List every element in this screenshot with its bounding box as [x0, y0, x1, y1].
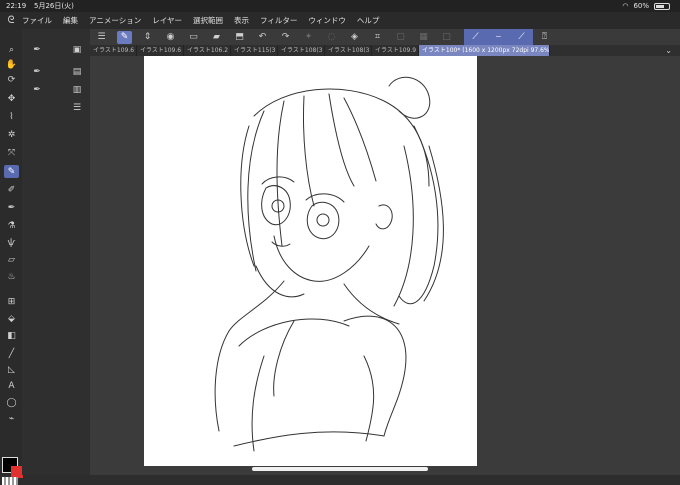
speech-bubble-icon[interactable]: ◯ [4, 396, 19, 409]
sub-pen-3-icon[interactable]: ✒ [30, 83, 44, 96]
app-logo-icon[interactable]: ᘓ [0, 12, 22, 29]
menu-animation[interactable]: アニメーション [89, 12, 141, 29]
sub-pen-1-icon[interactable]: ✒ [30, 43, 44, 56]
menu-bar: ᘓ ファイル 編集 アニメーション レイヤー 選択範囲 表示 フィルター ウィン… [0, 12, 680, 29]
select-all-icon[interactable]: ◌ [324, 31, 339, 44]
lasso-select-icon[interactable]: ⌇ [4, 110, 19, 123]
frame-icon[interactable]: ⊞ [4, 295, 19, 308]
sub-panel-icon-1[interactable]: ▣ [70, 43, 84, 56]
blend-icon[interactable]: ♨ [4, 270, 19, 283]
updown-arrow-icon[interactable]: ⇕ [140, 31, 155, 44]
gradient-icon[interactable]: ◧ [4, 329, 19, 342]
pen-tool-icon[interactable]: ✎ [4, 165, 19, 178]
line-icon[interactable]: ╱ [4, 347, 19, 360]
sub-panel-icon-2[interactable]: ▤ [70, 65, 84, 78]
deselect-icon[interactable]: □ [439, 31, 454, 44]
correction-icon[interactable]: ⌁ [4, 412, 19, 425]
status-time: 22:19 [6, 2, 27, 10]
undo-icon[interactable]: ↶ [255, 31, 270, 44]
chevron-down-icon[interactable]: ⌄ [665, 45, 672, 56]
stabilizer-1-icon[interactable]: ⟋ [468, 31, 483, 44]
tab-3[interactable]: イラスト106.2 [184, 45, 231, 56]
transform-icon[interactable]: ▢ [393, 31, 408, 44]
crop-icon[interactable]: ⌗ [370, 31, 385, 44]
pencil-icon[interactable]: ✐ [4, 183, 19, 196]
tab-6[interactable]: イラスト108(3 [325, 45, 372, 56]
redo-icon[interactable]: ↷ [278, 31, 293, 44]
menu-selection[interactable]: 選択範囲 [193, 12, 223, 29]
document-tabs: イラスト109.6 イラスト109.6 イラスト106.2 イラスト115(3 … [90, 45, 680, 56]
rotate-view-icon[interactable]: ⟳ [4, 73, 19, 86]
menu-filter[interactable]: フィルター [260, 12, 297, 29]
menu-layer[interactable]: レイヤー [152, 12, 182, 29]
zoom-icon[interactable]: ⌕ [4, 43, 19, 56]
tab-active[interactable]: イラスト100* (1600 x 1200px 72dpi 97.6%) [419, 45, 550, 56]
clear-icon[interactable]: ✦ [301, 31, 316, 44]
menu-edit[interactable]: 編集 [63, 12, 78, 29]
menu-file[interactable]: ファイル [22, 12, 52, 29]
balloon-icon[interactable]: ◺ [4, 363, 19, 376]
menu-help[interactable]: ヘルプ [357, 12, 380, 29]
new-file-icon[interactable]: ▭ [186, 31, 201, 44]
view-eye-icon[interactable]: ◉ [163, 31, 178, 44]
battery-percent: 60% [633, 2, 649, 10]
menu-window[interactable]: ウィンドウ [308, 12, 346, 29]
command-toolbar: ☰ ✎ ⇕ ◉ ▭ ▰ ⬒ ↶ ↷ ✦ ◌ ◈ ⌗ ▢ ▦ □ ⟋ ⌣ ⟋ ⍰ [90, 29, 680, 45]
tab-2[interactable]: イラスト109.6 [137, 45, 184, 56]
battery-icon [654, 2, 670, 10]
eraser-icon[interactable]: ▱ [4, 253, 19, 266]
airbrush-icon[interactable]: ⚗ [4, 219, 19, 232]
magic-wand-icon[interactable]: ✲ [4, 128, 19, 141]
wifi-icon: ◠ [622, 2, 629, 10]
tab-4[interactable]: イラスト115(3 [231, 45, 278, 56]
hand-icon[interactable]: ✋ [4, 58, 19, 71]
home-indicator [252, 467, 428, 471]
tab-1[interactable]: イラスト109.6 [90, 45, 137, 56]
tool-bar: ⌕ ✋ ⟳ ✥ ⌇ ✲ ⤧ ✎ ✐ ✒ ⚗ ѱ ▱ ♨ ⊞ ⬙ ◧ ╱ ◺ A … [0, 29, 23, 485]
move-icon[interactable]: ✥ [4, 92, 19, 105]
tab-7[interactable]: イラスト109.9 [372, 45, 419, 56]
quick-pen-icon[interactable]: ✎ [117, 30, 132, 44]
drawing-canvas[interactable] [144, 56, 477, 466]
status-date: 5月26日(火) [34, 2, 74, 10]
fill-icon[interactable]: ◈ [347, 31, 362, 44]
tab-5[interactable]: イラスト108(3 [278, 45, 325, 56]
menu-view[interactable]: 表示 [234, 12, 249, 29]
open-folder-icon[interactable]: ▰ [209, 31, 224, 44]
sub-panel-icon-3[interactable]: ▥ [70, 83, 84, 96]
hamburger-menu-icon[interactable]: ☰ [94, 31, 109, 44]
brush-icon[interactable]: ✒ [4, 201, 19, 214]
text-icon[interactable]: A [4, 379, 19, 392]
sketch-illustration [214, 76, 444, 452]
save-icon[interactable]: ⬒ [232, 31, 247, 44]
sub-pen-2-icon[interactable]: ✒ [30, 65, 44, 78]
stabilizer-2-icon[interactable]: ⌣ [491, 31, 506, 44]
status-bar: 22:19 5月26日(火) ◠ 60% [0, 0, 680, 12]
decoration-icon[interactable]: ѱ [4, 236, 19, 249]
transparent-color[interactable] [2, 477, 18, 485]
eyedropper-icon[interactable]: ⤧ [4, 146, 19, 159]
sub-panel-icon-4[interactable]: ☰ [70, 101, 84, 114]
help-icon[interactable]: ⍰ [537, 31, 552, 44]
sub-tool-panel: ✒ ✒ ✒ ▣ ▤ ▥ ☰ [22, 29, 90, 475]
layer-icon[interactable]: ▦ [416, 31, 431, 44]
stabilizer-3-icon[interactable]: ⟋ [514, 31, 529, 44]
fill-bucket-icon[interactable]: ⬙ [4, 312, 19, 325]
